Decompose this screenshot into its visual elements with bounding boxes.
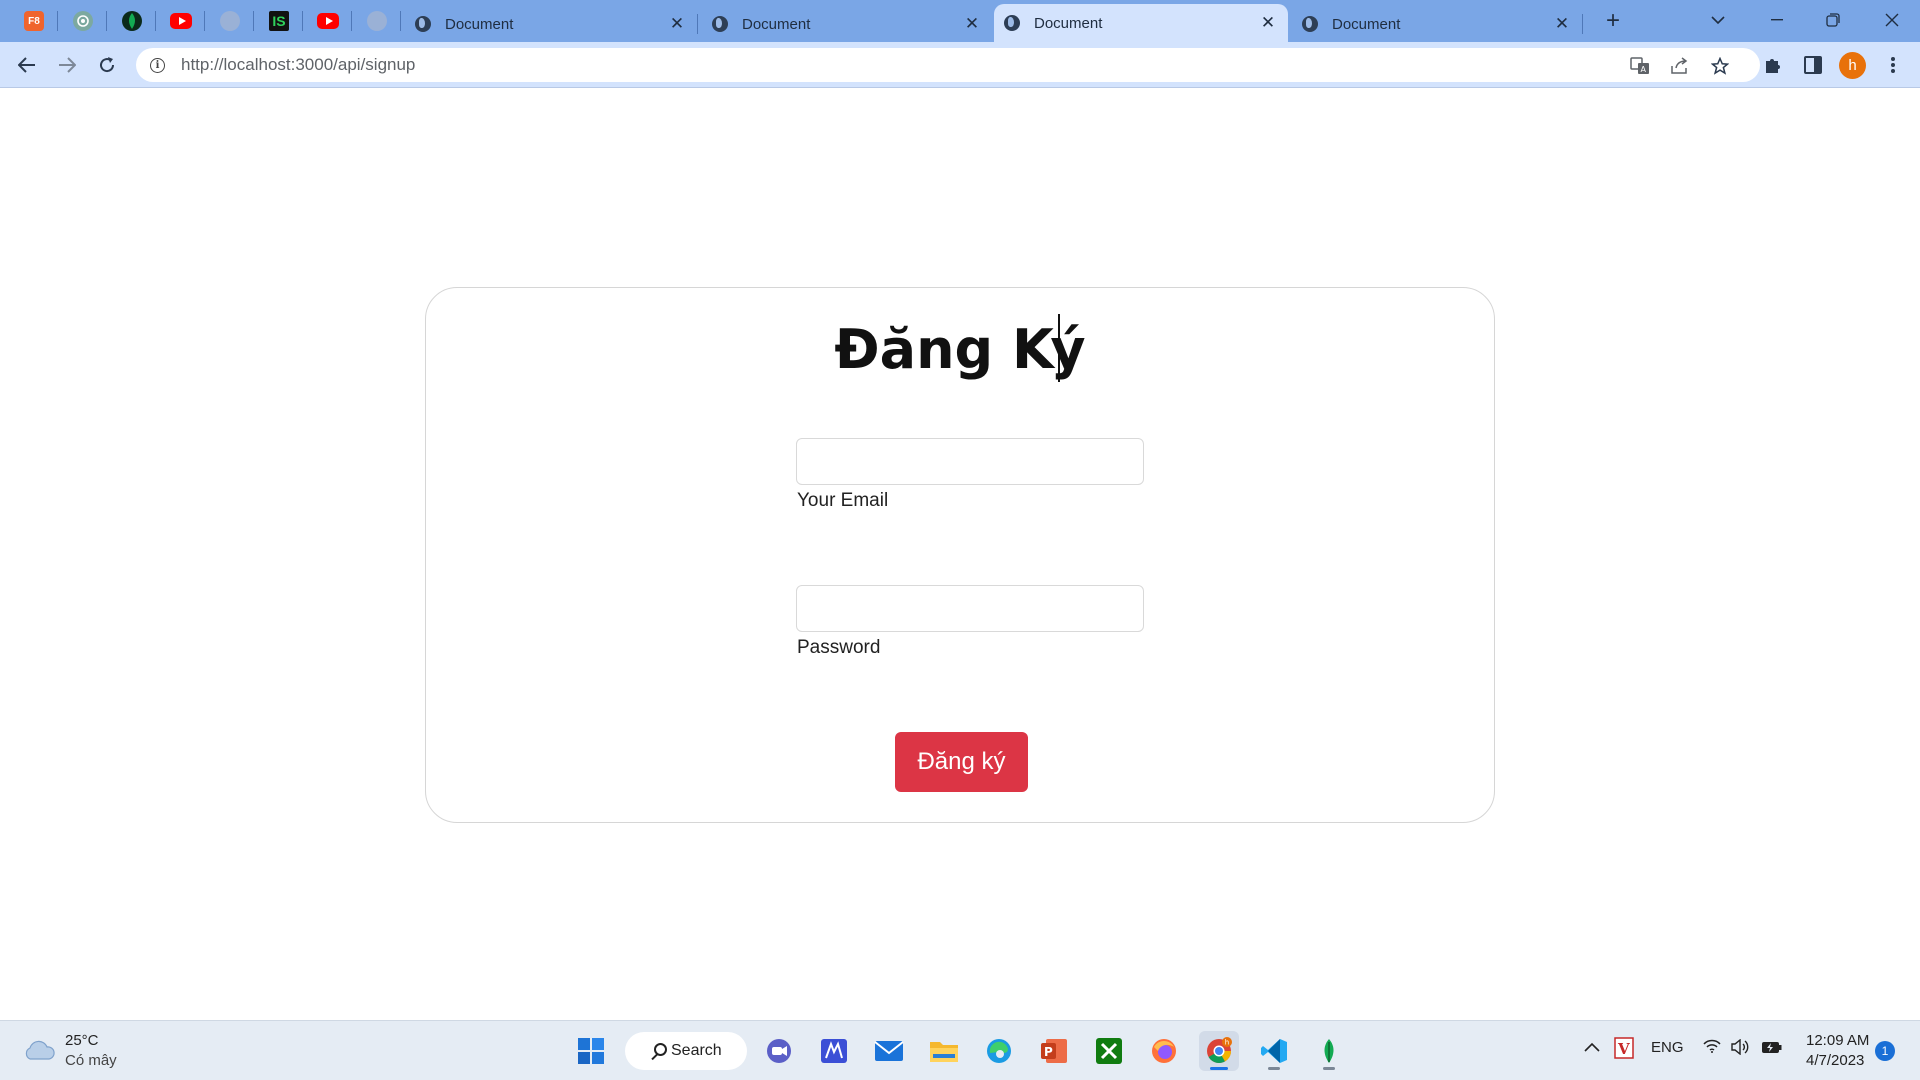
search-icon (654, 1043, 667, 1056)
chrome-icon[interactable]: h (1199, 1031, 1239, 1071)
windows-taskbar: 25°C Có mây Search P h V ENG 12:09 AM 4/… (0, 1020, 1920, 1080)
tray-v-app-icon[interactable]: V (1614, 1037, 1634, 1063)
globe-icon (1302, 16, 1318, 32)
clock-date[interactable]: 4/7/2023 (1806, 1052, 1864, 1069)
pinned-tab-youtube-2[interactable] (304, 0, 352, 42)
f8-favicon-icon: F8 (24, 11, 44, 31)
notification-badge[interactable]: 1 (1875, 1041, 1895, 1061)
extensions-puzzle-icon[interactable] (1757, 49, 1789, 81)
mongodb-compass-icon[interactable] (1309, 1031, 1349, 1071)
battery-charging-icon[interactable] (1761, 1039, 1783, 1059)
site-info-icon[interactable]: i (150, 57, 165, 73)
pinned-tab-chatgpt[interactable] (59, 0, 107, 42)
tab-strip: F8 IS Document ✕ Document ✕ Document ✕ D… (0, 0, 1920, 42)
pinned-tab-generic-2[interactable] (353, 0, 401, 42)
powerpoint-icon[interactable]: P (1034, 1031, 1074, 1071)
signup-card: Đăng Ký Your Email Password Đăng ký (425, 287, 1495, 823)
tab-document-3-active[interactable]: Document ✕ (994, 4, 1288, 42)
clock-time[interactable]: 12:09 AM (1806, 1032, 1869, 1049)
tab-document-2[interactable]: Document ✕ (702, 6, 992, 42)
side-panel-icon[interactable] (1797, 49, 1829, 81)
tray-chevron-up-icon[interactable] (1584, 1039, 1600, 1056)
file-explorer-icon[interactable] (924, 1031, 964, 1071)
edge-browser-icon[interactable] (979, 1031, 1019, 1071)
tab-close-icon[interactable]: ✕ (962, 14, 982, 34)
email-label: Your Email (797, 490, 889, 511)
tab-document-4[interactable]: Document ✕ (1292, 6, 1583, 42)
chrome-profile-badge: h (1225, 1039, 1229, 1047)
weather-temperature[interactable]: 25°C (65, 1032, 99, 1049)
teams-chat-icon[interactable] (759, 1031, 799, 1071)
tab-title: Document (445, 15, 514, 33)
firefox-icon[interactable] (1144, 1031, 1184, 1071)
bookmark-star-icon[interactable] (1706, 55, 1734, 77)
tab-close-icon[interactable]: ✕ (667, 14, 687, 34)
pinned-tab-mongodb[interactable] (108, 0, 156, 42)
svg-text:P: P (1044, 1045, 1053, 1059)
new-tab-button[interactable]: + (1598, 6, 1628, 36)
mail-icon[interactable] (869, 1031, 909, 1071)
tab-title: Document (1034, 14, 1103, 32)
youtube-favicon-icon (317, 13, 339, 29)
weather-description[interactable]: Có mây (65, 1052, 117, 1069)
chatgpt-favicon-icon (73, 11, 93, 31)
reload-icon[interactable] (91, 49, 123, 81)
email-input[interactable] (796, 438, 1144, 485)
signup-submit-button[interactable]: Đăng ký (895, 732, 1028, 792)
kebab-menu-icon[interactable] (1877, 49, 1909, 81)
taskbar-search-button[interactable]: Search (625, 1032, 747, 1070)
browser-toolbar: i http://localhost:3000/api/signup A (0, 42, 1920, 88)
wifi-icon[interactable] (1703, 1039, 1721, 1057)
tab-document-1[interactable]: Document ✕ (405, 6, 698, 42)
share-icon[interactable] (1666, 55, 1694, 77)
translate-icon[interactable]: A (1626, 55, 1654, 77)
pinned-tab-f8[interactable]: F8 (10, 0, 58, 42)
tab-title: Document (1332, 15, 1401, 33)
language-indicator[interactable]: ENG (1651, 1039, 1684, 1056)
svg-text:V: V (1617, 1040, 1630, 1058)
address-bar[interactable]: i http://localhost:3000/api/signup A (136, 48, 1760, 82)
app-m-icon[interactable] (814, 1031, 854, 1071)
pinned-tab-generic-1[interactable] (206, 0, 254, 42)
is-favicon-icon: IS (269, 11, 289, 31)
vscode-icon[interactable] (1254, 1031, 1294, 1071)
volume-icon[interactable] (1731, 1038, 1749, 1059)
globe-favicon-icon (367, 11, 387, 31)
forward-arrow-icon[interactable] (51, 49, 83, 81)
close-window-icon[interactable] (1864, 0, 1920, 40)
text-cursor (1058, 314, 1060, 382)
pinned-tab-youtube-1[interactable] (157, 0, 205, 42)
tab-title: Document (742, 15, 811, 33)
tab-search-chevron-icon[interactable] (1690, 0, 1746, 40)
cloud-weather-icon[interactable] (22, 1039, 56, 1061)
page-title: Đăng Ký (834, 318, 1086, 381)
restore-icon[interactable] (1805, 0, 1861, 40)
mongodb-favicon-icon (122, 11, 142, 31)
xbox-icon[interactable] (1089, 1031, 1129, 1071)
password-input[interactable] (796, 585, 1144, 632)
url-text[interactable]: http://localhost:3000/api/signup (181, 55, 415, 75)
globe-icon (712, 16, 728, 32)
profile-avatar[interactable]: h (1839, 52, 1866, 79)
globe-favicon-icon (220, 11, 240, 31)
pinned-tab-is[interactable]: IS (255, 0, 303, 42)
search-label: Search (671, 1042, 722, 1059)
start-windows-icon[interactable] (571, 1031, 611, 1071)
globe-icon (415, 16, 431, 32)
globe-icon (1004, 15, 1020, 31)
tab-close-icon[interactable]: ✕ (1258, 13, 1278, 33)
back-arrow-icon[interactable] (11, 49, 43, 81)
svg-text:A: A (1641, 65, 1647, 74)
minimize-icon[interactable] (1749, 0, 1805, 40)
tab-close-icon[interactable]: ✕ (1552, 14, 1572, 34)
password-label: Password (797, 637, 881, 658)
youtube-favicon-icon (170, 13, 192, 29)
